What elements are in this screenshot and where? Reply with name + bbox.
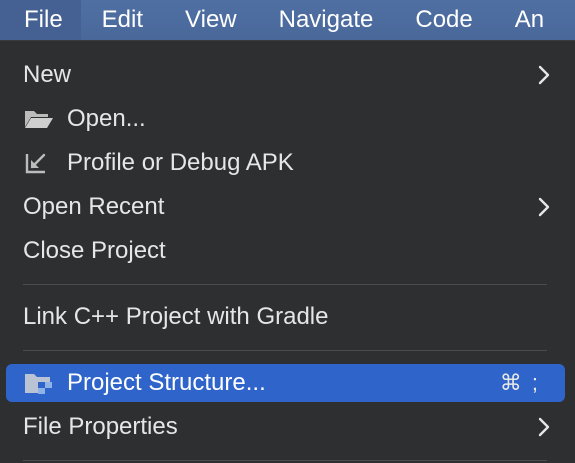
menu-item-open-label: Open...: [67, 105, 146, 132]
menu-item-open-recent[interactable]: Open Recent: [6, 188, 565, 226]
menu-separator: [23, 460, 547, 461]
import-arrow-icon: [25, 153, 46, 174]
folder-open-icon: [25, 111, 53, 128]
menu-item-close-project-label: Close Project: [23, 237, 166, 264]
menu-item-link-cpp-project[interactable]: Link C++ Project with Gradle: [6, 298, 565, 336]
menu-item-profile-debug-apk-label: Profile or Debug APK: [67, 149, 294, 176]
menu-item-open[interactable]: Open...: [6, 100, 565, 138]
menu-separator: [23, 284, 547, 285]
menu-item-project-structure-shortcut: ⌘ ;: [499, 370, 540, 395]
menu-edit[interactable]: Edit: [81, 0, 164, 40]
menu-code[interactable]: Code: [394, 0, 493, 40]
chevron-right-icon: [538, 197, 550, 217]
menu-navigate[interactable]: Navigate: [258, 0, 395, 40]
menu-separator: [23, 350, 547, 351]
menu-item-file-properties-label: File Properties: [23, 413, 178, 440]
menu-file[interactable]: File: [0, 0, 81, 40]
menu-item-file-properties[interactable]: File Properties: [6, 408, 565, 446]
file-menu-dropdown: New Open... Profile or Debug APK Open Re…: [0, 40, 575, 463]
menu-item-link-cpp-project-label: Link C++ Project with Gradle: [23, 303, 329, 330]
menu-analyze[interactable]: An: [494, 0, 565, 40]
menu-item-open-recent-label: Open Recent: [23, 193, 165, 220]
menu-item-close-project[interactable]: Close Project: [6, 232, 565, 270]
menu-item-new[interactable]: New: [6, 56, 565, 94]
menu-item-profile-debug-apk[interactable]: Profile or Debug APK: [6, 144, 565, 182]
menu-bar: File Edit View Navigate Code An: [0, 0, 575, 40]
chevron-right-icon: [538, 417, 550, 437]
menu-item-project-structure[interactable]: Project Structure... ⌘ ;: [6, 364, 565, 402]
project-structure-icon: [25, 374, 52, 394]
menu-view[interactable]: View: [164, 0, 258, 40]
menu-item-new-label: New: [23, 61, 72, 88]
chevron-right-icon: [538, 65, 550, 85]
menu-item-project-structure-label: Project Structure...: [67, 369, 266, 396]
